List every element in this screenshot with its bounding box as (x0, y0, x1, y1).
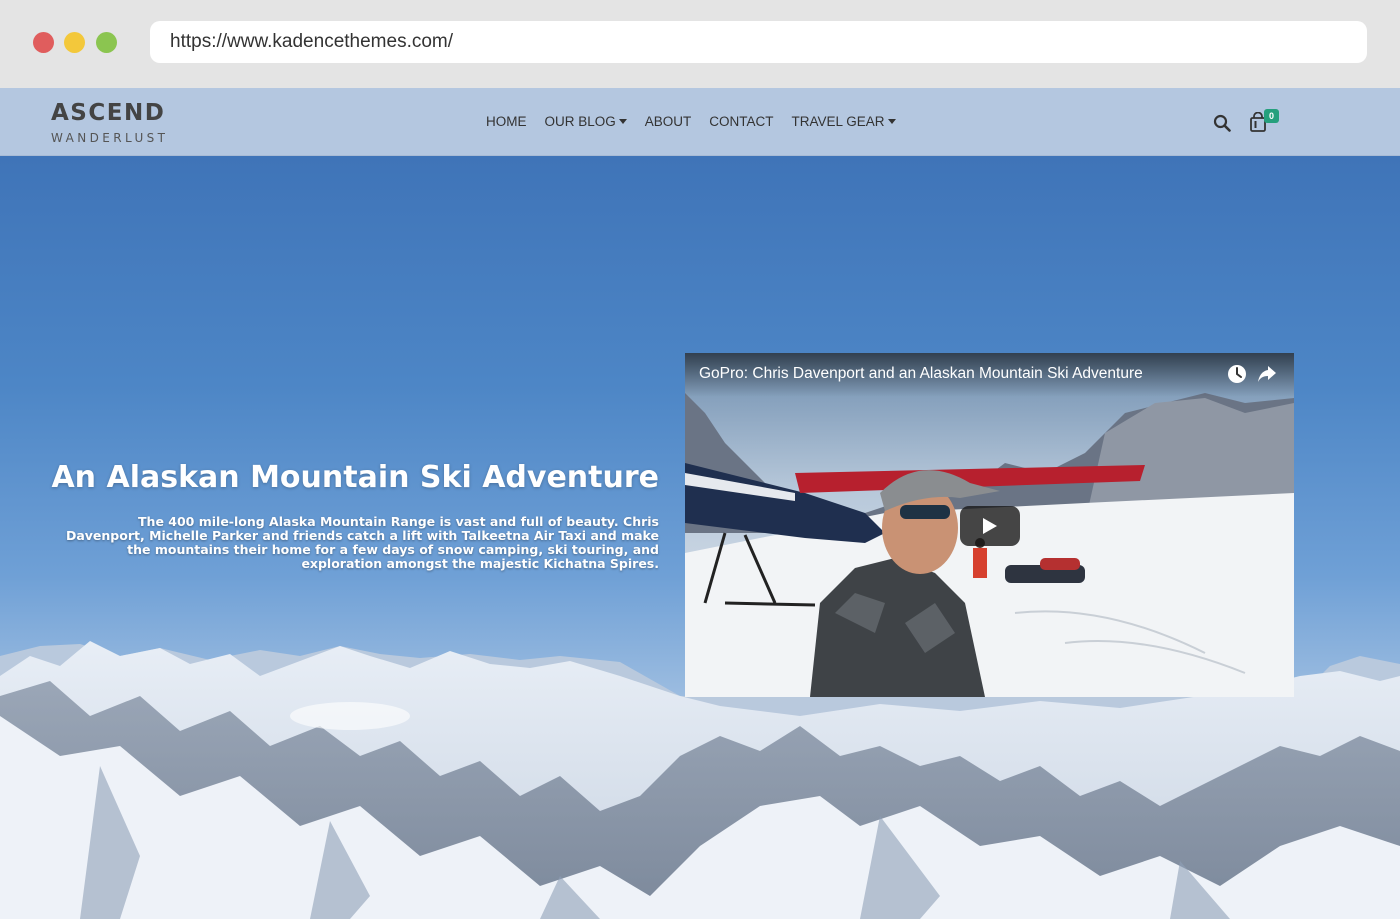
nav-label: TRAVEL GEAR (791, 114, 885, 129)
video-title[interactable]: GoPro: Chris Davenport and an Alaskan Mo… (699, 365, 1143, 383)
share-icon[interactable] (1257, 365, 1277, 383)
cart-count-badge: 0 (1264, 109, 1279, 123)
nav-item-about[interactable]: ABOUT (645, 114, 692, 129)
nav-item-travel-gear[interactable]: TRAVEL GEAR (792, 114, 896, 129)
hero-section: An Alaskan Mountain Ski Adventure The 40… (0, 156, 1400, 919)
url-text: https://www.kadencethemes.com/ (170, 31, 454, 52)
nav-item-contact[interactable]: CONTACT (709, 114, 773, 129)
address-bar[interactable]: https://www.kadencethemes.com/ (150, 21, 1367, 63)
maximize-window-button[interactable] (96, 32, 117, 53)
minimize-window-button[interactable] (64, 32, 85, 53)
video-embed[interactable]: GoPro: Chris Davenport and an Alaskan Mo… (685, 353, 1294, 697)
nav-item-our-blog[interactable]: OUR BLOG (545, 114, 627, 129)
hero-description: The 400 mile-long Alaska Mountain Range … (65, 514, 659, 571)
hero-title: An Alaskan Mountain Ski Adventure (51, 460, 659, 495)
nav-label: HOME (486, 114, 527, 129)
caret-down-icon (887, 119, 896, 124)
clock-icon[interactable] (1227, 364, 1247, 384)
nav-label: ABOUT (644, 114, 692, 129)
nav-item-home[interactable]: HOME (486, 114, 527, 129)
site-header: ASCEND WANDERLUST HOME OUR BLOG ABOUT CO… (0, 88, 1400, 156)
main-navigation: HOME OUR BLOG ABOUT CONTACT TRAVEL GEAR (486, 114, 896, 129)
site-logo[interactable]: ASCEND (51, 100, 165, 126)
site-tagline: WANDERLUST (51, 131, 169, 145)
search-icon[interactable] (1213, 114, 1231, 132)
play-button[interactable] (960, 506, 1020, 546)
play-icon (983, 518, 997, 534)
browser-chrome: https://www.kadencethemes.com/ (0, 0, 1400, 88)
nav-label: CONTACT (709, 114, 774, 129)
close-window-button[interactable] (33, 32, 54, 53)
nav-label: OUR BLOG (544, 114, 616, 129)
caret-down-icon (618, 119, 627, 124)
